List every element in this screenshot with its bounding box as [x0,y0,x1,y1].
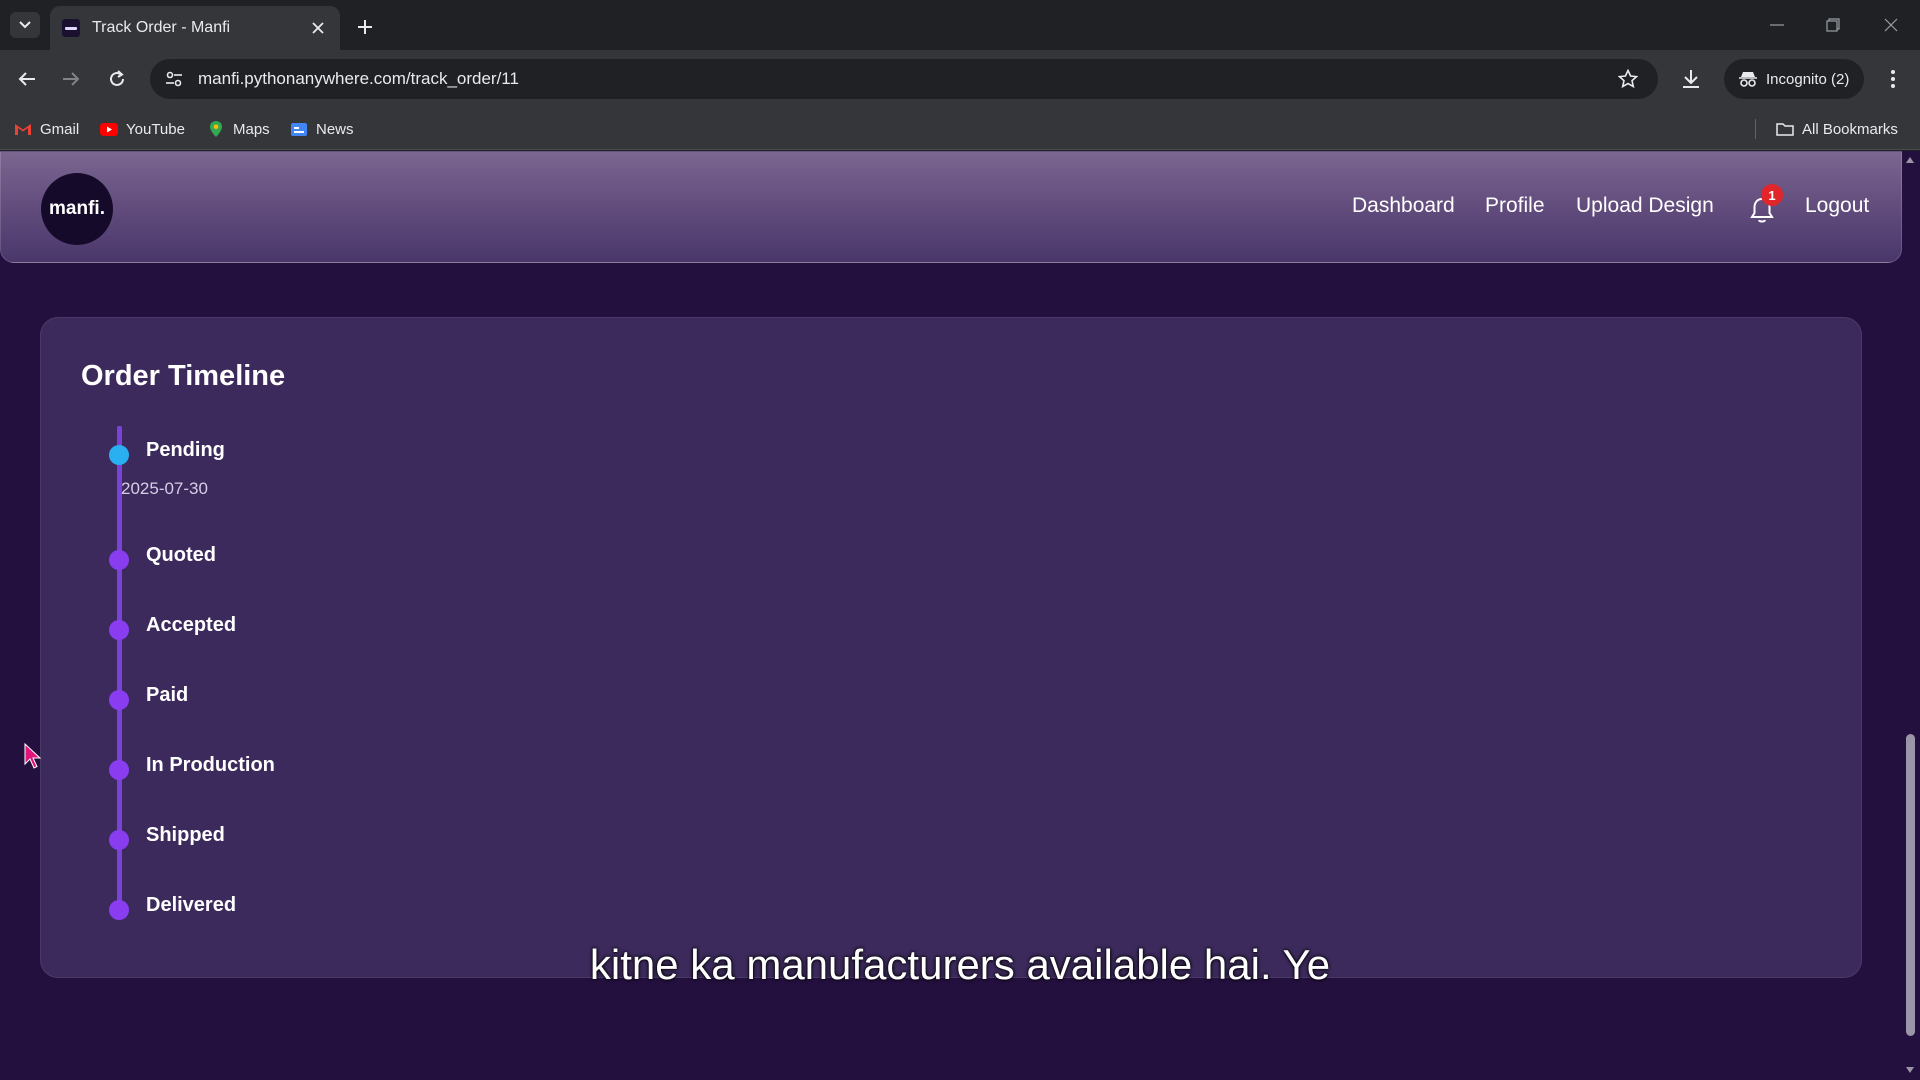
incognito-label: Incognito (2) [1766,70,1850,88]
nav-link-upload-design[interactable]: Upload Design [1576,194,1714,218]
video-caption: kitne ka manufacturers available hai. Ye [589,941,1331,988]
browser-tab[interactable]: Track Order - Manfi [50,6,340,50]
timeline-dot [109,900,129,920]
incognito-icon [1739,72,1757,87]
notification-badge: 1 [1761,184,1783,206]
step-label: Accepted [146,614,237,636]
incognito-button[interactable]: Incognito (2) [1724,59,1864,99]
restore-button[interactable] [1818,12,1848,38]
reload-button[interactable] [102,64,132,94]
nav-link-logout[interactable]: Logout [1805,194,1869,218]
bookmark-label: News [316,120,354,138]
bookmark-label: Maps [233,120,270,138]
reload-icon [110,70,124,86]
bookmark-youtube[interactable]: YouTube [100,117,185,141]
timeline-dot [109,830,129,850]
star-icon [1618,69,1638,89]
browser-tab-bar: Track Order - Manfi [0,0,1920,50]
downloads-button[interactable] [1676,64,1706,94]
step-label: Paid [146,684,189,706]
mouse-cursor-icon [24,743,42,769]
forward-button[interactable] [56,64,86,94]
step-label: Shipped [146,824,225,846]
minimize-icon [1770,24,1784,26]
plus-icon [358,20,372,34]
timeline-dot [109,620,129,640]
more-vertical-icon [1891,70,1895,88]
tab-title: Track Order - Manfi [92,19,231,36]
url-text[interactable]: manfi.pythonanywhere.com/track_order/11 [198,69,1610,89]
minimize-button[interactable] [1762,12,1792,38]
nav-link-profile[interactable]: Profile [1485,194,1545,218]
gmail-icon [14,121,32,137]
bookmark-gmail[interactable]: Gmail [14,117,79,141]
news-icon [290,121,308,137]
page-viewport: manfi. Dashboard Profile Upload Design 1… [0,151,1920,1080]
timeline-dot [109,690,129,710]
browser-menu-button[interactable] [1878,64,1908,94]
back-button[interactable] [12,64,42,94]
bookmarks-divider [1755,119,1756,139]
bookmark-news[interactable]: News [290,117,354,141]
timeline-dot-active [109,445,129,465]
site-info-button[interactable] [156,61,192,97]
bookmark-maps[interactable]: Maps [207,117,270,141]
timeline-dot [109,760,129,780]
step-date: 2025-07-30 [121,479,208,498]
nav-link-dashboard[interactable]: Dashboard [1352,194,1455,218]
restore-icon [1826,18,1840,32]
scroll-up-icon[interactable] [1905,155,1915,165]
site-logo[interactable]: manfi. [41,173,113,245]
scroll-down-icon[interactable] [1905,1065,1915,1075]
folder-icon [1776,121,1794,137]
browser-toolbar: manfi.pythonanywhere.com/track_order/11 … [0,50,1920,108]
window-close-button[interactable] [1876,12,1906,38]
arrow-right-icon [63,72,80,86]
step-label: Pending [146,439,225,461]
tab-close-button[interactable] [308,18,328,38]
step-label: In Production [146,754,275,776]
close-icon [312,22,324,34]
step-label: Quoted [146,544,216,566]
tune-icon [166,71,182,87]
scrollbar-thumb[interactable] [1906,734,1915,1036]
all-bookmarks-button[interactable]: All Bookmarks [1776,117,1898,141]
new-tab-button[interactable] [352,14,378,40]
site-favicon-icon [62,19,80,37]
step-label: Delivered [146,894,237,916]
bookmarks-bar: Gmail YouTube Maps News All Bookmarks [0,108,1920,150]
youtube-icon [100,121,118,137]
arrow-left-icon [18,72,35,86]
download-icon [1683,70,1699,88]
bookmark-star-button[interactable] [1610,61,1646,97]
bookmark-label: YouTube [126,120,185,138]
timeline-dot [109,550,129,570]
address-bar[interactable]: manfi.pythonanywhere.com/track_order/11 [150,59,1658,99]
bookmark-label: Gmail [40,120,80,138]
order-timeline-card: Order Timeline Pending 2025-07-30 Quoted… [40,317,1862,978]
site-navbar: manfi. Dashboard Profile Upload Design 1… [0,151,1902,263]
tab-search-button[interactable] [10,12,40,38]
chevron-down-icon [19,21,31,29]
maps-icon [207,121,225,137]
close-icon [1884,18,1898,32]
all-bookmarks-label: All Bookmarks [1802,120,1898,138]
page-title: Order Timeline [81,360,286,392]
